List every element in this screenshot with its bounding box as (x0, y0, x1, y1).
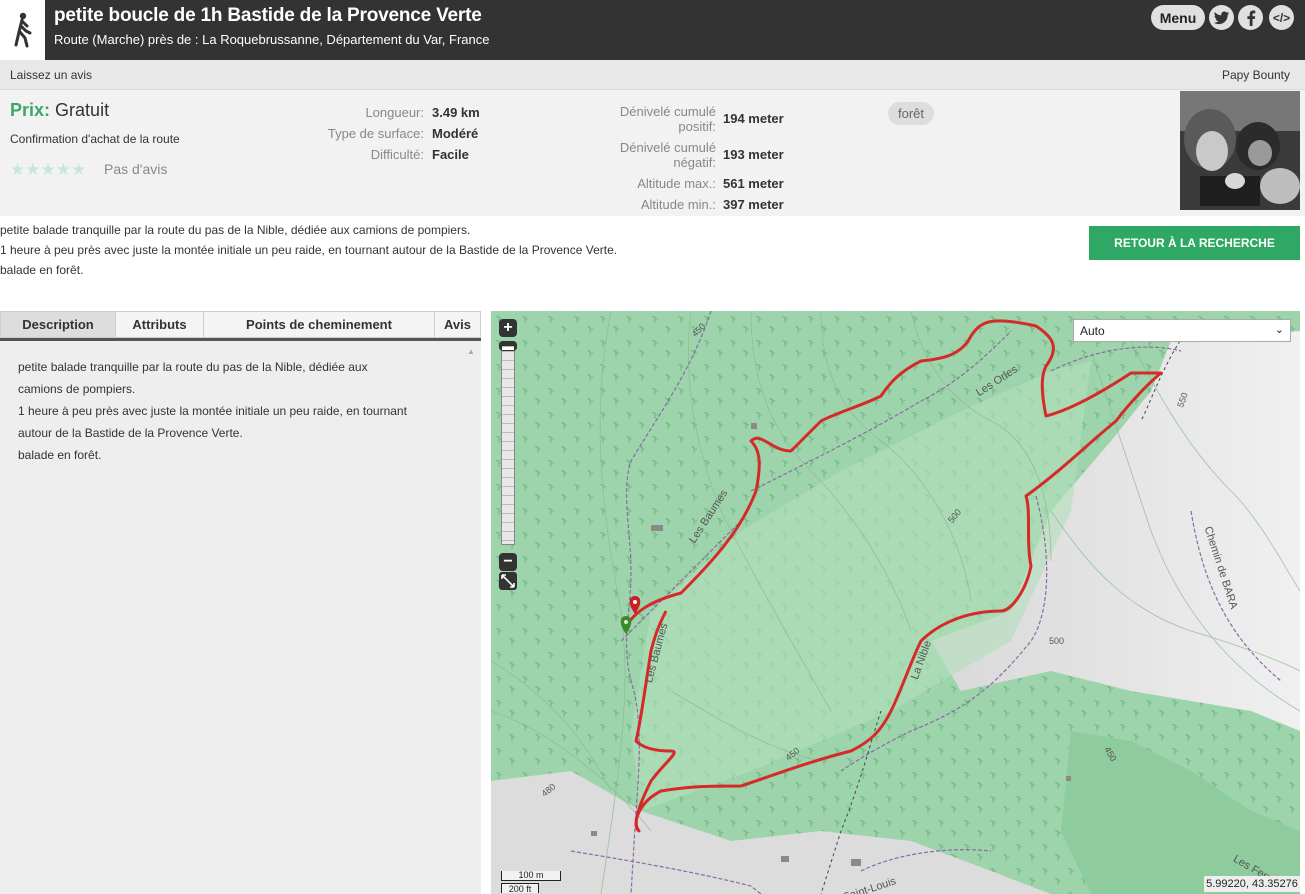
price-value: Gratuit (55, 100, 110, 120)
tab-content-line: 1 heure à peu près avec juste la montée … (18, 404, 407, 418)
tab-reviews[interactable]: Avis (434, 311, 481, 338)
scale-imperial: 200 ft (501, 883, 539, 894)
altitude-min-label: Altitude min.: (640, 197, 716, 212)
tab-content: petite balade tranquille par la route du… (18, 356, 448, 466)
tab-content-line: autour de la Bastide de la Provence Vert… (18, 426, 243, 440)
descent-label-line2: négatif: (673, 155, 716, 170)
description-line: petite balade tranquille par la route du… (0, 223, 471, 237)
rating-stars[interactable]: ★★★★★ (10, 160, 86, 180)
embed-code-icon[interactable]: </> (1269, 5, 1294, 30)
zoom-out-button[interactable]: − (499, 553, 517, 571)
scroll-up-icon[interactable]: ▲ (467, 347, 475, 356)
description-line: 1 heure à peu près avec juste la montée … (0, 243, 618, 257)
author-name[interactable]: Papy Bounty (1222, 68, 1290, 82)
scale-metric: 100 m (501, 871, 561, 881)
details-tab-panel: Description Attributs Points de cheminem… (0, 311, 481, 894)
leave-review-link[interactable]: Laissez un avis (10, 68, 92, 82)
page-title: petite boucle de 1h Bastide de la Proven… (54, 5, 482, 26)
zoom-in-button[interactable]: + (499, 319, 517, 337)
ascent-label-line2: positif: (678, 119, 716, 134)
forest-tag[interactable]: forêt (888, 102, 935, 125)
tab-bar: Description Attributs Points de cheminem… (0, 311, 481, 341)
descent-label-line1: Dénivelé cumulé (619, 140, 716, 155)
purchase-confirmation: Confirmation d'achat de la route (10, 132, 180, 146)
surface-label: Type de surface: (327, 126, 424, 141)
tab-waypoints[interactable]: Points de cheminement (203, 311, 435, 338)
altitude-max-value: 561 meter (723, 176, 784, 191)
route-description: petite balade tranquille par la route du… (0, 223, 618, 280)
ascent-value: 194 meter (723, 111, 784, 126)
page-header: petite boucle de 1h Bastide de la Proven… (0, 0, 1305, 60)
tab-content-line: petite balade tranquille par la route du… (18, 360, 368, 374)
length-value: 3.49 km (432, 105, 480, 120)
no-reviews-label: Pas d'avis (104, 161, 168, 177)
surface-value: Modéré (432, 126, 479, 141)
map-layer-value: Auto (1080, 323, 1105, 338)
ascent-label: Dénivelé cumulé positif: (596, 104, 716, 134)
map-layer-select[interactable]: Auto ⌄ (1073, 319, 1291, 342)
altitude-min-value: 397 meter (723, 197, 784, 212)
cursor-coordinates: 5.99220, 43.35276 (1204, 876, 1300, 892)
tab-content-line: balade en forêt. (18, 448, 102, 462)
facebook-icon[interactable] (1238, 5, 1263, 30)
ascent-label-line1: Dénivelé cumulé (619, 104, 716, 119)
difficulty-value: Facile (432, 147, 469, 162)
menu-button[interactable]: Menu (1151, 5, 1205, 30)
sub-header: Laissez un avis Papy Bounty (0, 60, 1305, 90)
route-info-panel: Prix: Gratuit Confirmation d'achat de la… (0, 90, 1305, 216)
route-location: Route (Marche) près de : La Roquebrussan… (54, 32, 490, 47)
fullscreen-icon[interactable] (499, 572, 517, 590)
length-label: Longueur: (365, 105, 424, 120)
twitter-icon[interactable] (1209, 5, 1234, 30)
contour-label: 500 (1049, 636, 1065, 646)
route-map[interactable]: Les Baumes Les Baumes Les Orles La Nible… (491, 311, 1300, 894)
descent-label: Dénivelé cumulé négatif: (596, 140, 716, 170)
tab-content-line: camions de pompiers. (18, 382, 136, 396)
zoom-slider[interactable] (501, 341, 515, 545)
hiking-icon (0, 0, 45, 60)
price: Prix: Gratuit (10, 100, 109, 121)
author-photo[interactable] (1180, 91, 1300, 210)
back-to-search-button[interactable]: RETOUR À LA RECHERCHE (1089, 226, 1300, 260)
price-label: Prix: (10, 100, 51, 120)
zoom-handle[interactable]: ▬ (499, 339, 517, 353)
chevron-down-icon: ⌄ (1274, 324, 1284, 336)
difficulty-label: Difficulté: (370, 147, 424, 162)
descent-value: 193 meter (723, 147, 784, 162)
zoom-control: + ▬ − (499, 319, 517, 571)
tab-description[interactable]: Description (0, 311, 116, 338)
tab-attributes[interactable]: Attributs (115, 311, 204, 338)
altitude-max-label: Altitude max.: (637, 176, 716, 191)
description-line: balade en forêt. (0, 263, 84, 277)
